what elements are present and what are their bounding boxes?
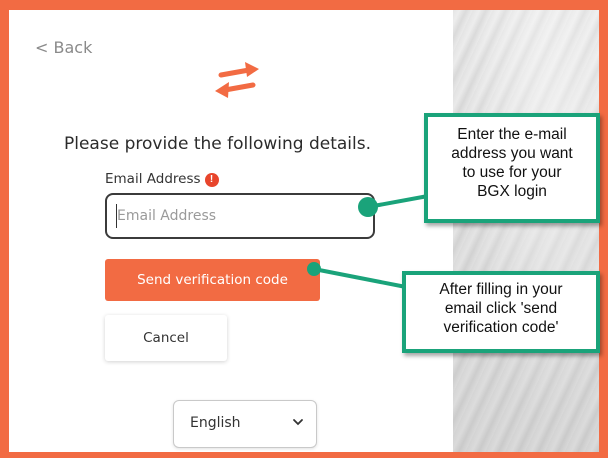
callout-line: verification code' bbox=[443, 319, 559, 336]
callout-line: to use for your bbox=[462, 164, 562, 181]
callout-line: email click 'send bbox=[444, 300, 558, 317]
connector-dot-email bbox=[358, 197, 378, 217]
callout-line: BGX login bbox=[477, 183, 547, 200]
callout-line: Enter the e-mail bbox=[457, 126, 567, 143]
connector-dot-send bbox=[307, 262, 321, 276]
connector-line-send bbox=[313, 267, 407, 289]
callout-line: address you want bbox=[451, 145, 573, 162]
callout-send-instruction: After filling in your email click 'send … bbox=[402, 271, 600, 353]
callout-line: After filling in your bbox=[439, 281, 563, 298]
callout-email-instruction: Enter the e-mail address you want to use… bbox=[424, 113, 600, 223]
callout-connectors bbox=[307, 194, 429, 289]
